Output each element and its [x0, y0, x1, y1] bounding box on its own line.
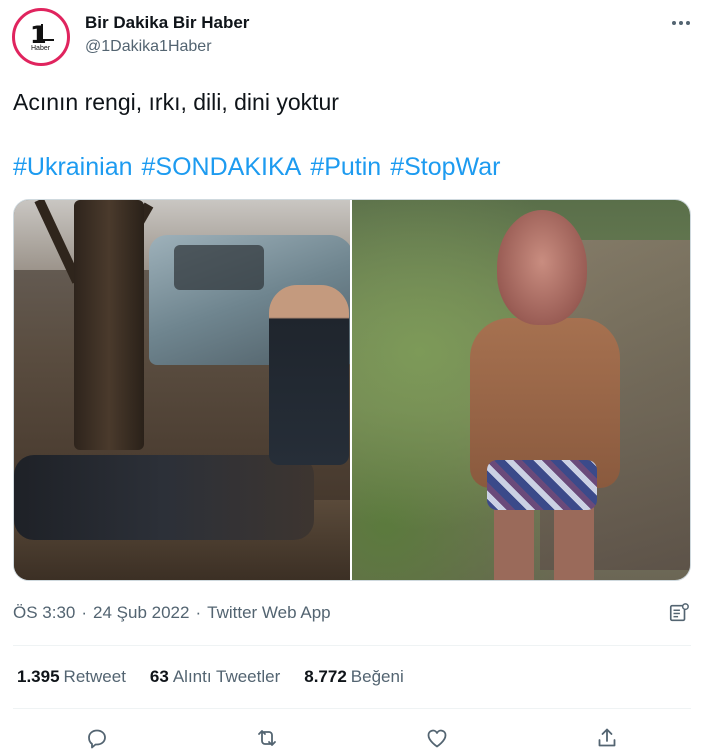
tweet-source[interactable]: Twitter Web App [207, 603, 330, 623]
likes-label: Beğeni [350, 667, 404, 686]
photo-tree-trunk [74, 200, 144, 450]
tweet-time[interactable]: ÖS 3:30 [13, 603, 75, 623]
tweet-stats: 1.395 Retweet 63 Alıntı Tweetler 8.772 Beğe… [17, 667, 404, 687]
avatar-subtext: Haber [31, 45, 51, 52]
media-grid [13, 199, 691, 581]
photo-war-scene[interactable] [14, 200, 350, 580]
tweet-card: 1 Haber Bir Dakika Bir Haber @1Dakika1Ha… [0, 0, 703, 755]
meta-separator: · [81, 603, 88, 622]
account-handle[interactable]: @1Dakika1Haber [85, 38, 212, 56]
meta-separator: · [195, 603, 202, 622]
account-name[interactable]: Bir Dakika Bir Haber [85, 13, 249, 33]
analytics-icon[interactable] [668, 602, 690, 624]
photo-figure-on-ground [14, 455, 314, 540]
likes-count: 8.772 [304, 667, 347, 686]
more-icon[interactable] [664, 10, 698, 36]
action-bar [0, 718, 703, 755]
tweet-meta: ÖS 3:30 · 24 Şub 2022 · Twitter Web App [13, 603, 331, 623]
hashtag-stopwar[interactable]: #StopWar [390, 153, 500, 182]
quotes-label: Alıntı Tweetler [172, 667, 281, 686]
tweet-text: Acının rengi, ırkı, dili, dini yoktur [13, 89, 339, 115]
retweets-count: 1.395 [17, 667, 60, 686]
photo-child-legs [494, 500, 594, 580]
photo-child-shorts [487, 460, 597, 510]
quotes-count: 63 [149, 667, 169, 686]
photo-child[interactable] [352, 200, 690, 580]
divider [13, 645, 691, 646]
retweet-icon[interactable] [253, 724, 281, 752]
hashtags: #Ukrainian #SONDAKIKA #Putin #StopWar [13, 153, 500, 182]
photo-child-head [497, 210, 587, 325]
heart-icon[interactable] [423, 724, 451, 752]
more-dot [672, 21, 676, 25]
more-dot [686, 21, 690, 25]
likes-stat[interactable]: 8.772 Beğeni [304, 667, 403, 687]
share-icon[interactable] [593, 724, 621, 752]
retweets-stat[interactable]: 1.395 Retweet [17, 667, 126, 687]
photo-kneeling-man [269, 285, 349, 465]
clock-logo: 1 Haber [19, 15, 63, 59]
clock-hand-horizontal [41, 39, 54, 41]
quotes-stat[interactable]: 63 Alıntı Tweetler [150, 667, 280, 687]
hashtag-ukrainian[interactable]: #Ukrainian [13, 153, 133, 182]
avatar[interactable]: 1 Haber [12, 8, 70, 66]
tweet-date[interactable]: 24 Şub 2022 [93, 603, 189, 623]
reply-icon[interactable] [83, 724, 111, 752]
hashtag-putin[interactable]: #Putin [310, 153, 381, 182]
hashtag-sondakika[interactable]: #SONDAKIKA [142, 153, 302, 182]
photo-car-window [174, 245, 264, 290]
divider [13, 708, 691, 709]
more-dot [679, 21, 683, 25]
retweets-label: Retweet [63, 667, 126, 686]
